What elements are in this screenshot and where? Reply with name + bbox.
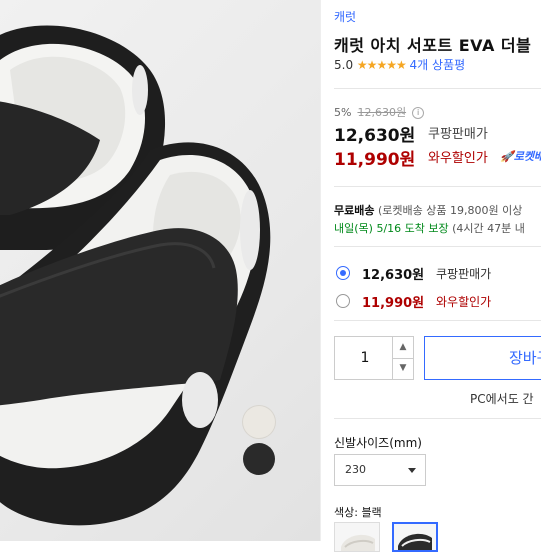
divider — [334, 418, 541, 419]
rating-value: 5.0 — [334, 58, 354, 72]
quantity-stepper: 1 ▲ ▼ — [334, 336, 414, 380]
size-select[interactable]: 230 — [334, 454, 426, 486]
sale-price: 12,630원 — [334, 126, 416, 146]
price-option-sale-label: 쿠팡판매가 — [436, 267, 492, 281]
price-option-radio-sale[interactable] — [336, 266, 350, 280]
quantity-input[interactable]: 1 — [335, 337, 395, 379]
product-title: 캐럿 아치 서포트 EVA 더블 — [334, 36, 532, 55]
chevron-up-icon[interactable]: ▲ — [392, 337, 413, 359]
add-to-cart-button[interactable]: 장바구 — [424, 336, 541, 380]
arrival-countdown: (4시간 47분 내 — [452, 222, 525, 235]
color-option-black[interactable] — [392, 522, 438, 552]
price-option-radio-wow[interactable] — [336, 294, 350, 308]
brand-link[interactable]: 캐럿 — [334, 8, 356, 25]
caret-down-icon — [408, 468, 416, 473]
info-icon[interactable]: i — [412, 107, 425, 119]
discount-rate: 5% — [334, 106, 352, 119]
wow-price-label: 와우할인가 — [428, 151, 488, 166]
divider — [334, 88, 541, 89]
discount-row: 5% 12,630원 i — [334, 104, 425, 120]
free-shipping-label: 무료배송 — [334, 204, 375, 217]
color-label: 색상: 블랙 — [334, 506, 382, 519]
divider — [334, 246, 541, 247]
black-color-swatch[interactable] — [243, 443, 275, 475]
shipping-detail: (로켓배송 상품 19,800원 이상 — [377, 204, 523, 217]
chevron-down-icon[interactable]: ▼ — [392, 358, 413, 379]
arrival-date: 내일(목) 5/16 도착 보장 — [334, 222, 449, 235]
product-info-panel: 캐럿 캐럿 아치 서포트 EVA 더블 5.0 ★★★★★ 4개 상품평 5% 1… — [320, 0, 541, 552]
shipping-info: 무료배송 (로켓배송 상품 19,800원 이상 — [334, 202, 522, 218]
pc-note: PC에서도 간 — [470, 392, 534, 406]
rating-row: 5.0 ★★★★★ 4개 상품평 — [334, 56, 465, 73]
white-color-swatch[interactable] — [243, 406, 275, 438]
size-label: 신발사이즈(mm) — [334, 436, 422, 450]
price-option-wow-label: 와우할인가 — [436, 295, 492, 309]
divider — [334, 320, 541, 321]
review-count-link[interactable]: 4개 상품평 — [410, 58, 466, 72]
divider — [334, 186, 541, 187]
sale-price-label: 쿠팡판매가 — [428, 127, 488, 142]
price-option-wow-price[interactable]: 11,990원 — [362, 292, 424, 311]
original-price: 12,630원 — [357, 106, 407, 119]
rocket-delivery-badge: 🚀로켓배 — [500, 150, 541, 163]
color-option-white[interactable] — [334, 522, 380, 552]
wow-price: 11,990원 — [334, 150, 416, 170]
price-option-sale-price[interactable]: 12,630원 — [362, 264, 424, 283]
star-icon: ★★★★★ — [356, 58, 407, 72]
arrival-info: 내일(목) 5/16 도착 보장 (4시간 47분 내 — [334, 220, 525, 236]
product-image — [0, 0, 320, 541]
size-selected-value: 230 — [345, 463, 366, 476]
